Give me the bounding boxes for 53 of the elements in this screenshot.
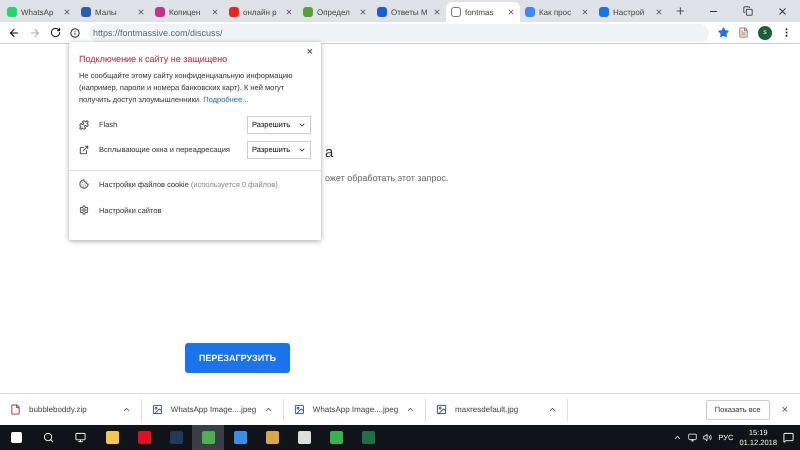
back-icon[interactable] (8, 26, 20, 38)
image-icon (436, 404, 447, 415)
volume-icon[interactable] (703, 433, 712, 442)
archive-icon (10, 404, 21, 415)
caret-icon[interactable] (122, 405, 131, 414)
star-icon[interactable] (718, 27, 729, 38)
caret-icon[interactable] (548, 405, 557, 414)
browser-tab[interactable]: Копицен (150, 2, 224, 22)
image-icon (294, 404, 305, 415)
caret-icon[interactable] (264, 405, 273, 414)
browser-tab[interactable]: Определ (298, 2, 372, 22)
cookie-icon (79, 179, 89, 189)
browser-tab[interactable]: Как прос (520, 2, 594, 22)
close-icon[interactable] (63, 8, 71, 16)
network-icon[interactable] (688, 433, 698, 442)
popup-title: Подключение к сайту не защищено (79, 54, 228, 64)
browser-tab[interactable]: WhatsAp (2, 2, 76, 22)
close-icon[interactable] (507, 8, 515, 16)
document-icon[interactable] (738, 27, 749, 38)
puzzle-icon (79, 120, 89, 130)
reload-button[interactable]: ПЕРЕЗАГРУЗИТЬ (185, 343, 290, 373)
error-heading: а (325, 144, 334, 161)
image-icon (152, 404, 163, 415)
caret-icon[interactable] (406, 405, 415, 414)
download-item[interactable]: bubbleboddy.zip (0, 398, 142, 420)
close-icon[interactable] (777, 6, 788, 16)
close-icon[interactable] (655, 8, 663, 16)
browser-tab[interactable]: Настрой (594, 2, 668, 22)
reload-icon[interactable] (50, 27, 61, 38)
new-tab-button[interactable]: + (668, 2, 693, 20)
close-icon[interactable] (581, 8, 589, 16)
close-icon[interactable] (211, 8, 219, 16)
settings-icon (79, 205, 89, 215)
notification-icon[interactable] (783, 432, 794, 443)
address-field[interactable]: https://fontmassive.com/discuss/ (89, 24, 709, 42)
close-button[interactable]: × (770, 404, 800, 416)
error-message: ожет обработать этот запрос. (325, 173, 450, 183)
caret-icon[interactable] (673, 433, 682, 442)
download-item[interactable]: WhatsApp Image....jpeg (284, 398, 426, 420)
download-item[interactable]: WhatsApp Image....jpeg (142, 398, 284, 420)
browser-tab[interactable]: fontmas (446, 2, 520, 22)
info-icon[interactable] (70, 28, 80, 38)
browser-tab[interactable]: Ответы М (372, 2, 446, 22)
browser-tab[interactable]: онлайн р (224, 2, 298, 22)
external-link-icon (79, 144, 89, 154)
download-item[interactable]: maxresdefault.jpg (426, 398, 568, 420)
restore-icon[interactable] (743, 6, 753, 16)
close-icon[interactable] (433, 8, 441, 16)
close-icon[interactable] (359, 8, 367, 16)
close-icon[interactable] (285, 8, 293, 16)
browser-tab[interactable]: Малы (76, 2, 150, 22)
close-icon[interactable] (137, 8, 145, 16)
close-button[interactable]: × (306, 46, 313, 58)
